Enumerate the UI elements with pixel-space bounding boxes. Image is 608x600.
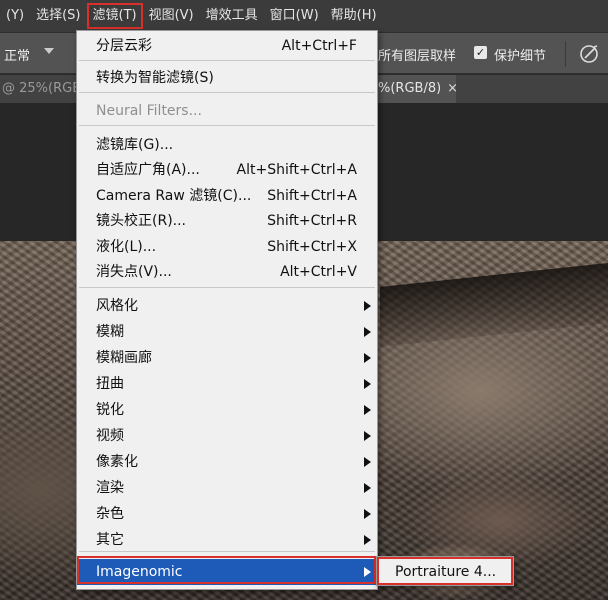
menu-item-shortcut: Alt+Ctrl+F: [281, 38, 357, 54]
filter-menu-item[interactable]: 其它: [77, 527, 377, 553]
menu-item-shortcut: Alt+Shift+Ctrl+A: [236, 162, 357, 178]
menu-item-label: Camera Raw 滤镜(C)...: [96, 188, 252, 204]
menu-item-label: 分层云彩: [96, 38, 152, 54]
menu-separator: [79, 287, 375, 288]
filter-menu-item[interactable]: 杂色: [77, 501, 377, 527]
filter-menu-item[interactable]: 视频: [77, 423, 377, 449]
submenu-arrow-icon: [364, 535, 371, 545]
submenu-item-portraiture[interactable]: Portraiture 4...: [377, 557, 513, 585]
menu-window[interactable]: 窗口(W): [264, 4, 325, 28]
menu-plugins[interactable]: 增效工具: [200, 4, 264, 28]
submenu-arrow-icon: [364, 483, 371, 493]
filter-menu-item[interactable]: 自适应广角(A)... Alt+Shift+Ctrl+A: [77, 157, 377, 183]
submenu-arrow-icon: [364, 379, 371, 389]
menu-item-label: 转换为智能滤镜(S): [96, 70, 214, 86]
menu-item-label: 视频: [96, 428, 124, 444]
imagenomic-submenu: Portraiture 4...: [376, 556, 514, 586]
filter-menu-item[interactable]: 模糊画廊: [77, 345, 377, 371]
submenu-arrow-icon: [364, 353, 371, 363]
menu-separator: [79, 92, 375, 93]
menu-separator: [79, 125, 375, 126]
filter-menu-item[interactable]: 锐化: [77, 397, 377, 423]
filter-menu-item[interactable]: 渲染: [77, 475, 377, 501]
filter-menu-item[interactable]: 像素化: [77, 449, 377, 475]
menu-item-label: 其它: [96, 532, 124, 548]
filter-menu-item[interactable]: 扭曲: [77, 371, 377, 397]
filter-menu-item[interactable]: 风格化: [77, 293, 377, 319]
menu-item-shortcut: Shift+Ctrl+R: [267, 213, 357, 229]
menu-item-label: 模糊: [96, 324, 124, 340]
menu-item-shortcut: Alt+Ctrl+V: [280, 264, 357, 280]
menu-item-label: 杂色: [96, 506, 124, 522]
submenu-arrow-icon: [364, 457, 371, 467]
filter-menu-item[interactable]: Camera Raw 滤镜(C)... Shift+Ctrl+A: [77, 183, 377, 209]
document-tab-active[interactable]: %(RGB/8) ×: [376, 75, 458, 103]
filter-menu-item[interactable]: 滤镜库(G)...: [77, 132, 377, 158]
filter-menu-item[interactable]: 转换为智能滤镜(S): [77, 65, 377, 91]
menu-item-label: 液化(L)...: [96, 239, 157, 255]
menu-item-label: 镜头校正(R)...: [96, 213, 187, 229]
menu-item-label: 风格化: [96, 298, 138, 314]
tab-label: %(RGB/8): [378, 81, 442, 96]
menu-item-label: 自适应广角(A)...: [96, 162, 200, 178]
close-icon[interactable]: ×: [447, 81, 458, 96]
menu-select-prev[interactable]: (Y): [0, 4, 30, 28]
protect-detail-checkbox[interactable]: ✓: [474, 46, 487, 59]
menu-bar: (Y) 选择(S) 滤镜(T) 视图(V) 增效工具 窗口(W) 帮助(H): [0, 0, 608, 32]
sample-all-layers-label[interactable]: 所有图层取样: [378, 45, 456, 64]
filter-menu-item[interactable]: 模糊: [77, 319, 377, 345]
protect-detail-label[interactable]: 保护细节: [494, 45, 546, 64]
submenu-arrow-icon: [364, 509, 371, 519]
menu-item-label: 锐化: [96, 402, 124, 418]
menu-item-label: 扭曲: [96, 376, 124, 392]
menu-item-shortcut: Shift+Ctrl+A: [267, 188, 357, 204]
menu-separator: [79, 60, 375, 61]
submenu-arrow-icon: [364, 431, 371, 441]
menu-select[interactable]: 选择(S): [30, 4, 86, 28]
menu-item-label: 模糊画廊: [96, 350, 152, 366]
menu-item-label: Neural Filters...: [96, 103, 202, 119]
divider: [565, 41, 566, 67]
blend-mode-select[interactable]: 正常: [4, 45, 30, 64]
menu-filter[interactable]: 滤镜(T): [86, 3, 143, 29]
filter-dropdown-menu: 分层云彩 Alt+Ctrl+F 转换为智能滤镜(S) Neural Filters..…: [76, 30, 378, 590]
submenu-arrow-icon: [364, 405, 371, 415]
chevron-down-icon[interactable]: [44, 48, 54, 54]
menu-item-label: 消失点(V)...: [96, 264, 172, 280]
menu-item-label: 滤镜库(G)...: [96, 137, 174, 153]
filter-menu-item[interactable]: 镜头校正(R)... Shift+Ctrl+R: [77, 208, 377, 234]
menu-item-shortcut: Shift+Ctrl+X: [267, 239, 357, 255]
menu-item-label: 像素化: [96, 454, 138, 470]
menu-help[interactable]: 帮助(H): [325, 4, 383, 28]
filter-menu-item[interactable]: 消失点(V)... Alt+Ctrl+V: [77, 259, 377, 285]
pressure-pen-icon[interactable]: [578, 43, 600, 65]
menu-view[interactable]: 视图(V): [143, 4, 200, 28]
submenu-arrow-icon: [364, 301, 371, 311]
filter-menu-item[interactable]: 液化(L)... Shift+Ctrl+X: [77, 234, 377, 260]
filter-menu-item: Neural Filters...: [77, 98, 377, 124]
filter-menu-item[interactable]: 分层云彩 Alt+Ctrl+F: [77, 33, 377, 59]
annotation-highlight-box: [77, 556, 376, 584]
menu-item-label: 渲染: [96, 480, 124, 496]
submenu-arrow-icon: [364, 327, 371, 337]
